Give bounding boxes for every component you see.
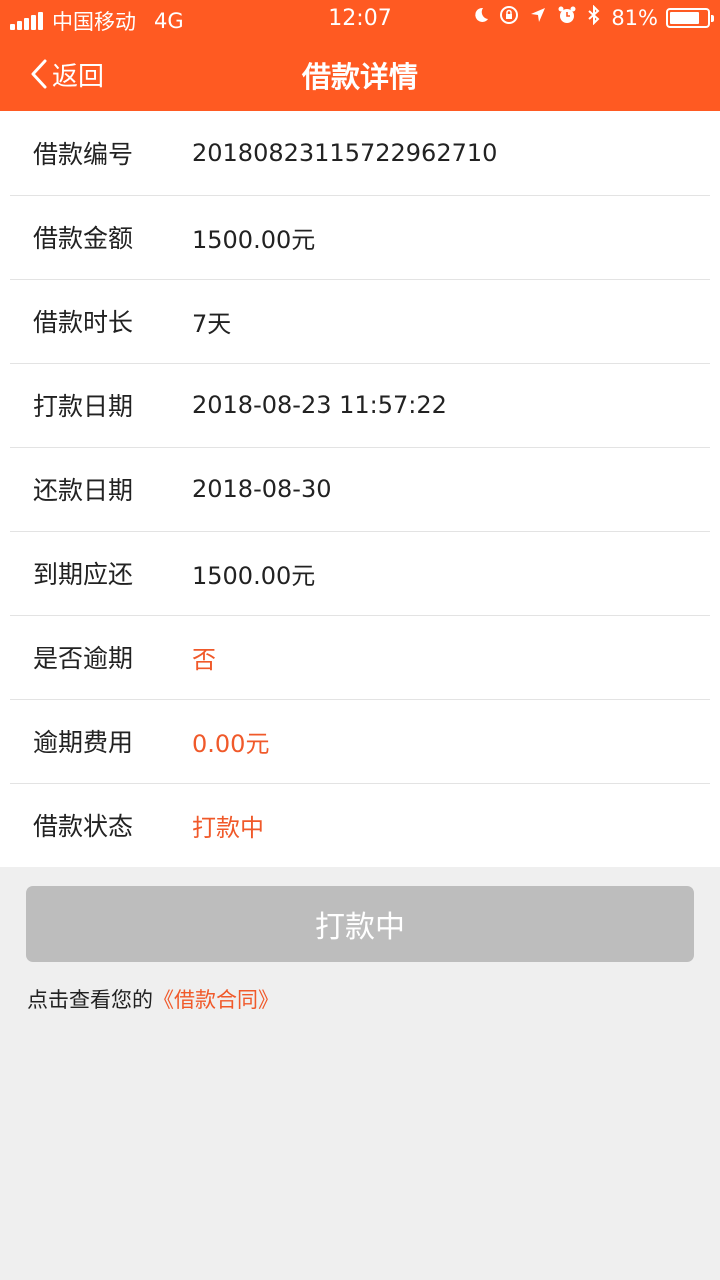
loan-contract-link[interactable]: 《借款合同》 [153,988,279,1012]
detail-row-loan-status: 借款状态 打款中 [0,783,720,867]
status-bar: 中国移动 4G 12:07 81% [0,0,720,38]
battery-icon [666,8,714,28]
row-value: 否 [192,645,216,674]
row-label: 到期应还 [33,560,134,589]
rotation-lock-icon [499,5,519,31]
contract-prefix: 点击查看您的 [27,988,153,1012]
nav-bar: 返回 借款详情 [0,38,720,111]
moon-icon [471,6,489,30]
row-label: 借款编号 [33,140,134,169]
detail-row-loan-term: 借款时长 7天 [0,279,720,363]
detail-row-loan-number: 借款编号 2018082311572296271​0 [0,111,720,195]
row-label: 借款金额 [33,224,134,253]
page-title: 借款详情 [301,60,418,94]
detail-row-overdue-fee: 逾期费用 0.00元 [0,699,720,783]
disbursing-status-button[interactable]: 打款中 [26,886,694,962]
row-label: 是否逾期 [33,644,134,673]
row-value: 7天 [192,309,232,338]
row-label: 打款日期 [33,392,134,421]
row-label: 借款时长 [33,308,134,337]
row-label: 借款状态 [33,812,134,841]
battery-level [670,12,700,24]
detail-row-loan-amount: 借款金额 1500.00元 [0,195,720,279]
row-value: 1500.00元 [192,561,316,590]
detail-row-repayment-date: 还款日期 2018-08-30 [0,447,720,531]
alarm-icon [557,5,577,31]
row-value: 2018-08-23 11:57:22 [192,391,447,419]
location-icon [529,6,547,30]
row-value: 0.00元 [192,729,270,758]
row-value: 2018082311572296271​0 [192,139,498,167]
row-label: 逾期费用 [33,728,134,757]
row-value: 打款中 [192,813,264,842]
header: 中国移动 4G 12:07 81% 返回 借款详情 [0,0,720,111]
detail-row-overdue: 是否逾期 否 [0,615,720,699]
contract-line: 点击查看您的《借款合同》 [27,984,279,1014]
bluetooth-icon [587,4,601,31]
detail-row-disbursement-date: 打款日期 2018-08-23 11:57:22 [0,363,720,447]
row-value: 1500.00元 [192,225,316,254]
detail-row-amount-due: 到期应还 1500.00元 [0,531,720,615]
row-label: 还款日期 [33,476,134,505]
status-right: 81% [461,4,714,31]
row-value: 2018-08-30 [192,475,332,503]
detail-list: 借款编号 2018082311572296271​0 借款金额 1500.00元… [0,111,720,867]
battery-percent: 81% [611,6,658,30]
